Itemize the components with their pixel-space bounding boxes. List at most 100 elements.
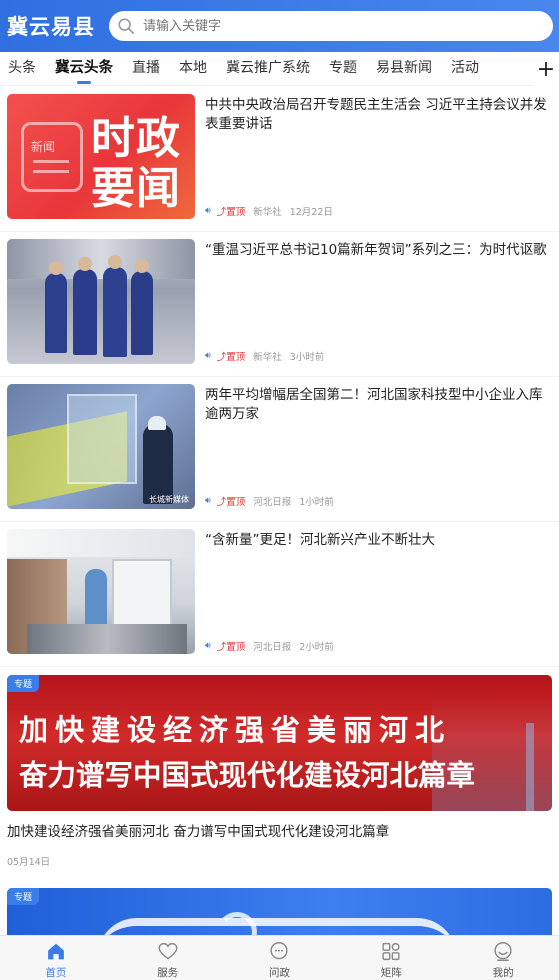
pin-icon: ⤴ <box>216 497 227 508</box>
user-icon <box>494 942 512 961</box>
chat-icon <box>270 942 289 960</box>
news-source: 河北日报 <box>253 497 292 508</box>
topic-tag: 专题 <box>7 888 40 905</box>
special-banner[interactable]: 专题 加快建设经济强省美丽河北 奋力谱写中国式现代化建设河北篇章 <box>7 675 552 811</box>
tab-jiyun-headlines[interactable]: 冀云头条 <box>55 52 113 86</box>
pinned-badge: ⤴置顶 <box>217 639 246 653</box>
speaker-icon[interactable]: 🔊︎ <box>205 206 211 216</box>
thumb-bg <box>7 239 195 279</box>
news-time: 3小时前 <box>289 352 325 363</box>
news-source: 河北日报 <box>253 642 292 653</box>
news-title[interactable]: 两年平均增幅居全国第二！河北国家科技型中小企业入库逾两万家 <box>205 386 552 424</box>
tab-activities[interactable]: 活动 <box>451 52 479 86</box>
pinned-label: 置顶 <box>226 352 246 363</box>
bottom-nav: 首页 服务 问政 矩阵 我的 <box>0 935 559 980</box>
app-brand: 冀云易县 <box>7 15 95 39</box>
news-item[interactable]: 长城新媒体 两年平均增幅居全国第二！河北国家科技型中小企业入库逾两万家 🔊︎ ⤴… <box>0 377 559 522</box>
search-input[interactable] <box>143 18 523 34</box>
special-date: 05月14日 <box>7 857 51 868</box>
top-header: 冀云易县 <box>0 0 559 52</box>
speaker-icon[interactable]: 🔊︎ <box>205 641 211 651</box>
news-body: “含新量”更足！河北新兴产业不断壮大 🔊︎ ⤴置顶 河北日报 2小时前 <box>195 529 552 666</box>
news-meta: 🔊︎ ⤴置顶 新华社 3小时前 <box>205 349 324 363</box>
thumb-face <box>49 261 63 275</box>
banner-line-2: 奋力谱写中国式现代化建设河北篇章 <box>19 759 476 792</box>
nav-profile[interactable]: 我的 <box>447 936 559 980</box>
tab-local[interactable]: 本地 <box>179 52 207 86</box>
thumb-small-text: 新闻 <box>31 140 56 154</box>
topic-tag: 专题 <box>7 675 40 692</box>
nav-label: 首页 <box>45 967 67 979</box>
pin-icon: ⤴ <box>216 207 227 218</box>
grid-icon <box>382 942 400 961</box>
news-item[interactable]: 新闻 时政 要闻 中共中央政治局召开专题民主生活会 习近平主持会议并发表重要讲话… <box>0 87 559 232</box>
tab-headlines[interactable]: 头条 <box>8 52 36 86</box>
tab-special-topics[interactable]: 专题 <box>329 52 357 86</box>
special-topic-item[interactable]: 专题 加快建设经济强省美丽河北 奋力谱写中国式现代化建设河北篇章 加快建设经济强… <box>0 667 559 868</box>
tab-promotion-system[interactable]: 冀云推广系统 <box>226 52 310 86</box>
document-icon <box>21 122 83 192</box>
speaker-icon[interactable]: 🔊︎ <box>205 351 211 361</box>
pin-icon: ⤴ <box>216 642 227 653</box>
search-bar[interactable] <box>109 11 553 41</box>
news-thumbnail <box>7 529 195 654</box>
news-body: 两年平均增幅居全国第二！河北国家科技型中小企业入库逾两万家 🔊︎ ⤴置顶 河北日… <box>195 384 552 521</box>
doc-line <box>33 160 69 163</box>
thumb-figure <box>73 269 97 355</box>
thumb-figure <box>45 273 67 353</box>
news-time: 2小时前 <box>299 642 334 653</box>
thumb-panel <box>67 394 137 484</box>
nav-label: 我的 <box>492 967 514 979</box>
pinned-badge: ⤴置顶 <box>217 204 246 218</box>
news-thumbnail <box>7 239 195 364</box>
news-item[interactable]: “重温习近平总书记10篇新年贺词”系列之三：为时代讴歌 🔊︎ ⤴置顶 新华社 3… <box>0 232 559 377</box>
nav-matrix[interactable]: 矩阵 <box>335 936 447 980</box>
special-title[interactable]: 加快建设经济强省美丽河北 奋力谱写中国式现代化建设河北篇章 <box>7 820 552 840</box>
thumb-worker <box>143 424 173 504</box>
news-title[interactable]: “含新量”更足！河北新兴产业不断壮大 <box>205 531 552 550</box>
thumb-machine <box>112 559 172 629</box>
channel-tabs: 头条 冀云头条 直播 本地 冀云推广系统 专题 易县新闻 活动 <box>0 52 559 86</box>
news-body: “重温习近平总书记10篇新年贺词”系列之三：为时代讴歌 🔊︎ ⤴置顶 新华社 3… <box>195 239 552 376</box>
news-thumbnail: 长城新媒体 <box>7 384 195 509</box>
thumb-face <box>108 255 122 269</box>
doc-line <box>33 170 69 173</box>
speaker-icon[interactable]: 🔊︎ <box>205 496 211 506</box>
plus-icon[interactable]: + <box>533 52 559 86</box>
news-time: 1小时前 <box>299 497 334 508</box>
news-source: 新华社 <box>253 352 282 363</box>
news-feed: 新闻 时政 要闻 中共中央政治局召开专题民主生活会 习近平主持会议并发表重要讲话… <box>0 87 559 958</box>
nav-services[interactable]: 服务 <box>112 936 224 980</box>
news-thumbnail: 新闻 时政 要闻 <box>7 94 195 219</box>
pinned-badge: ⤴置顶 <box>217 494 246 508</box>
nav-inquiry[interactable]: 问政 <box>224 936 336 980</box>
news-body: 中共中央政治局召开专题民主生活会 习近平主持会议并发表重要讲话 🔊︎ ⤴置顶 新… <box>195 94 552 231</box>
news-source: 新华社 <box>253 207 282 218</box>
thumb-face <box>135 259 149 273</box>
heart-icon <box>158 942 178 960</box>
thumb-big-text-2: 要闻 <box>91 163 181 214</box>
home-icon <box>48 943 64 960</box>
news-meta: 🔊︎ ⤴置顶 河北日报 2小时前 <box>205 639 334 653</box>
nav-home[interactable]: 首页 <box>0 936 112 980</box>
thumb-watermark: 长城新媒体 <box>149 495 189 504</box>
pinned-label: 置顶 <box>226 497 246 508</box>
thumb-figure <box>103 267 127 357</box>
news-item[interactable]: “含新量”更足！河北新兴产业不断壮大 🔊︎ ⤴置顶 河北日报 2小时前 <box>0 522 559 667</box>
thumb-ceiling <box>7 529 195 557</box>
news-title[interactable]: 中共中央政治局召开专题民主生活会 习近平主持会议并发表重要讲话 <box>205 96 552 134</box>
nav-label: 服务 <box>157 967 179 979</box>
tab-live[interactable]: 直播 <box>132 52 160 86</box>
tower-decoration <box>526 723 534 811</box>
news-meta: 🔊︎ ⤴置顶 新华社 12月22日 <box>205 204 333 218</box>
pinned-badge: ⤴置顶 <box>217 349 246 363</box>
thumb-figure <box>131 271 153 355</box>
banner-line-1: 加快建设经济强省美丽河北 <box>19 713 452 747</box>
thumb-worker-cap <box>148 416 166 430</box>
search-icon <box>118 18 135 35</box>
thumb-worker <box>85 569 107 629</box>
news-title[interactable]: “重温习近平总书记10篇新年贺词”系列之三：为时代讴歌 <box>205 241 552 260</box>
pinned-label: 置顶 <box>226 207 246 218</box>
thumb-bench <box>27 624 187 654</box>
tab-yixian-news[interactable]: 易县新闻 <box>376 52 432 86</box>
